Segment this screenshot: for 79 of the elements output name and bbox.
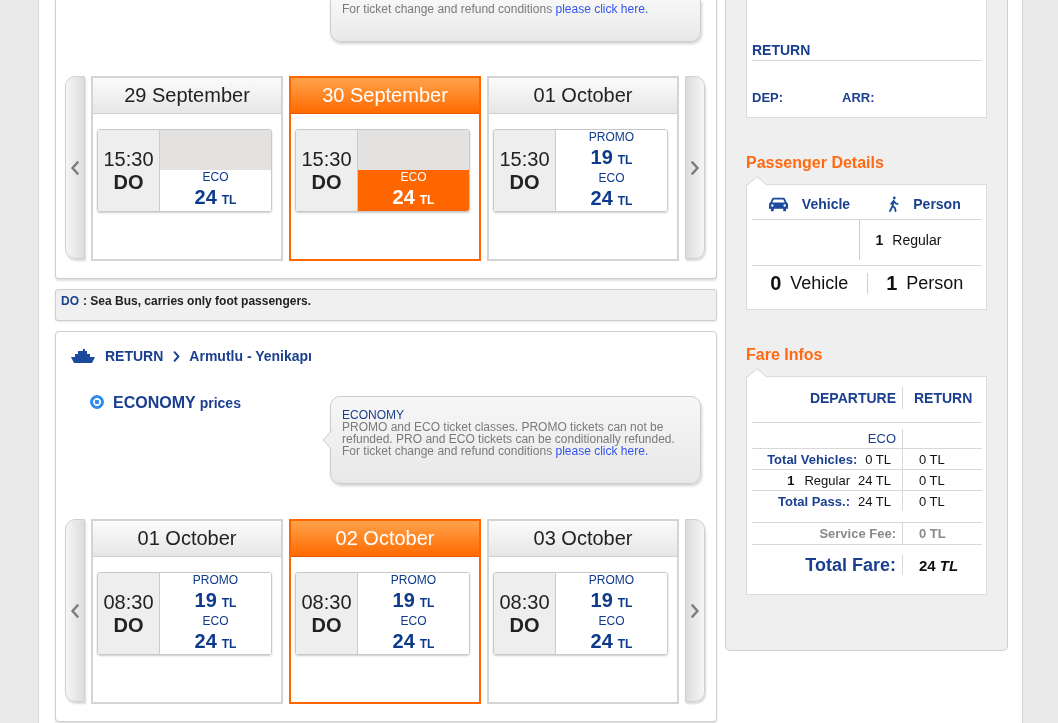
amount: 0 TL bbox=[919, 493, 945, 509]
column-header: Vehicle bbox=[801, 196, 851, 212]
section-title: Passenger Details bbox=[746, 155, 885, 171]
previous-dates-button[interactable] bbox=[65, 519, 85, 702]
date-tab[interactable]: 01 October bbox=[93, 521, 281, 557]
section-title: Fare Infos bbox=[746, 347, 824, 363]
next-dates-button[interactable] bbox=[685, 519, 705, 702]
car-icon bbox=[768, 196, 788, 212]
column-header: Person bbox=[913, 196, 961, 212]
vessel-code: DO bbox=[311, 170, 342, 194]
departure-time: 15:30 bbox=[499, 147, 550, 171]
ship-icon bbox=[71, 349, 95, 363]
next-dates-button[interactable] bbox=[685, 76, 705, 259]
service-fee-amount: 0 TL bbox=[919, 526, 946, 541]
total-count: 0 bbox=[770, 273, 782, 294]
chevron-right-icon bbox=[173, 350, 181, 362]
row-label: Total Vehicles: bbox=[767, 451, 858, 467]
fare-option[interactable]: ECO 24 TL bbox=[160, 614, 271, 654]
departure-time: 08:30 bbox=[499, 590, 550, 614]
total-label: Vehicle bbox=[790, 273, 849, 294]
chevron-left-icon bbox=[71, 160, 79, 175]
chevron-left-icon bbox=[71, 603, 79, 618]
departure-label: DEP: bbox=[752, 91, 785, 104]
fare-option[interactable]: ECO 24 TL bbox=[160, 170, 271, 211]
vessel-code: DO bbox=[311, 613, 342, 637]
info-text: For ticket change and refund conditions please click here. bbox=[342, 3, 650, 15]
service-fee-label: Service Fee: bbox=[819, 526, 896, 541]
column-header: DEPARTURE bbox=[809, 390, 896, 406]
departure-time: 15:30 bbox=[301, 147, 352, 171]
fare-class-label[interactable]: ECONOMY prices bbox=[113, 395, 241, 411]
amount: 0 TL bbox=[919, 472, 945, 488]
fare-option[interactable]: ECO 24 TL bbox=[358, 614, 469, 654]
date-tab[interactable]: 03 October bbox=[489, 521, 677, 557]
total-label: Person bbox=[906, 273, 964, 294]
vessel-code: DO bbox=[509, 170, 540, 194]
fare-option[interactable]: ECO 24 TL bbox=[556, 614, 667, 654]
fare-class: ECO bbox=[867, 431, 896, 446]
total-fare-amount: 24 TL bbox=[919, 556, 959, 574]
row-label: Total Pass.: bbox=[777, 493, 850, 509]
vessel-code: DO bbox=[61, 294, 79, 310]
fare-option[interactable]: PROMO 19 TL bbox=[556, 130, 667, 171]
fare-option[interactable]: ECO 24 TL bbox=[556, 171, 667, 211]
summary-heading: RETURN bbox=[752, 42, 982, 61]
total-count: 1 bbox=[886, 273, 898, 294]
refund-conditions-link[interactable]: please click here. bbox=[555, 444, 649, 458]
amount: 24 TL bbox=[858, 493, 891, 509]
passenger-type: Regular bbox=[804, 472, 850, 488]
vessel-code: DO bbox=[113, 170, 144, 194]
refund-conditions-link[interactable]: please click here. bbox=[555, 2, 649, 16]
date-tab[interactable]: 01 October bbox=[489, 78, 677, 114]
amount: 0 TL bbox=[919, 451, 945, 467]
amount: 0 TL bbox=[865, 451, 891, 467]
chevron-right-icon bbox=[691, 160, 699, 175]
arrival-label: ARR: bbox=[842, 91, 876, 104]
info-title: ECONOMY bbox=[342, 409, 405, 421]
vessel-code: DO bbox=[509, 613, 540, 637]
fare-option[interactable]: PROMO 19 TL bbox=[160, 573, 271, 614]
date-tab[interactable]: 29 September bbox=[93, 78, 281, 114]
passenger-count: 1 bbox=[787, 472, 795, 488]
amount: 24 TL bbox=[858, 472, 891, 488]
vessel-code: DO bbox=[113, 613, 144, 637]
route-name: Armutlu - Yenikapı bbox=[189, 348, 312, 364]
fare-option[interactable]: PROMO 19 TL bbox=[358, 573, 469, 614]
column-header: RETURN bbox=[914, 390, 973, 406]
total-fare-label: Total Fare: bbox=[805, 554, 896, 576]
chevron-right-icon bbox=[691, 603, 699, 618]
departure-time: 08:30 bbox=[301, 590, 352, 614]
departure-time: 08:30 bbox=[103, 590, 154, 614]
info-text: For ticket change and refund conditions please click here. bbox=[342, 445, 650, 457]
direction-label: RETURN bbox=[105, 348, 164, 364]
info-text: PROMO and ECO ticket classes. PROMO tickets can not be refunded. PRO and ECO tickets can be conditionally refunded. bbox=[342, 421, 676, 445]
walking-person-icon bbox=[888, 196, 900, 212]
previous-dates-button[interactable] bbox=[65, 76, 85, 259]
passenger-type: Regular bbox=[892, 232, 942, 248]
legend-text: : Sea Bus, carries only foot passengers. bbox=[83, 294, 312, 310]
passenger-count: 1 bbox=[875, 232, 884, 248]
departure-time: 15:30 bbox=[103, 147, 154, 171]
radio-button[interactable] bbox=[90, 395, 104, 409]
fare-option[interactable]: PROMO 19 TL bbox=[556, 573, 667, 614]
